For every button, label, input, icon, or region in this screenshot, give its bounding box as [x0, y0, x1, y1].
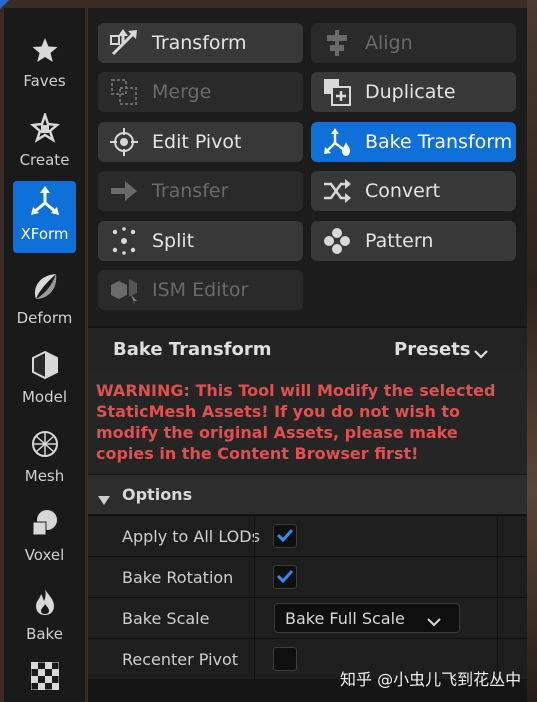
option-label: Apply to All LODs [122, 527, 260, 546]
merge-icon [109, 77, 139, 107]
bake-transform-button[interactable]: Bake Transform [311, 122, 516, 162]
options-title: Options [122, 485, 193, 504]
sidebar-item-create[interactable]: Create [13, 107, 76, 179]
duplicate-icon [322, 77, 352, 107]
duplicate-button[interactable]: Duplicate [311, 72, 516, 112]
transform-button[interactable]: Transform [98, 23, 303, 63]
align-button[interactable]: Align [311, 23, 516, 63]
sidebar-item-label: Faves [23, 72, 66, 90]
checkmark-icon [276, 568, 294, 587]
presets-button[interactable]: Presets [394, 339, 471, 360]
split-scatter-icon [109, 226, 139, 256]
sidebar-item-model[interactable]: Model [13, 344, 76, 416]
column-divider [254, 639, 255, 679]
category-sidebar: Faves Create XForm Deform Model Mesh Vox… [4, 8, 85, 702]
sidebar-item-uv[interactable] [13, 658, 76, 698]
chevron-down-icon [427, 612, 441, 631]
column-divider [497, 598, 498, 638]
bake-scale-dropdown[interactable]: Bake Full Scale [274, 603, 460, 633]
sidebar-item-bake[interactable]: Bake [13, 581, 76, 653]
checkmark-icon [276, 527, 294, 546]
pattern-button[interactable]: Pattern [311, 221, 516, 261]
sparkle-cube-icon [29, 111, 60, 147]
column-divider [254, 516, 255, 556]
edit-pivot-button[interactable]: Edit Pivot [98, 122, 303, 162]
sidebar-item-deform[interactable]: Deform [13, 265, 76, 337]
bake-transform-icon [322, 127, 352, 157]
shuffle-icon [322, 176, 352, 206]
tool-panel: Transform Align Merge Duplicate Edit Piv… [88, 8, 527, 702]
sidebar-item-mesh[interactable]: Mesh [13, 423, 76, 495]
align-icon [322, 28, 352, 58]
option-row-apply-lods: Apply to All LODs [88, 515, 527, 556]
viewport-edge [527, 0, 537, 702]
column-divider [254, 598, 255, 638]
option-label: Bake Rotation [122, 568, 234, 587]
collapse-triangle-icon[interactable] [98, 490, 110, 509]
sidebar-item-label: Bake [26, 625, 63, 643]
sidebar-item-voxel[interactable]: Voxel [13, 502, 76, 574]
checker-icon [30, 661, 59, 694]
sidebar-item-label: Model [21, 388, 68, 406]
flame-icon [32, 587, 58, 621]
bake-rotation-checkbox[interactable] [273, 565, 297, 589]
sidebar-item-label: Voxel [24, 546, 65, 564]
recenter-pivot-checkbox[interactable] [273, 647, 297, 671]
sidebar-item-label: Mesh [24, 467, 65, 485]
column-divider [497, 557, 498, 597]
chevron-down-icon[interactable] [474, 344, 488, 363]
option-row-bake-rotation: Bake Rotation [88, 556, 527, 597]
arrow-right-icon [109, 176, 139, 206]
option-label: Bake Scale [122, 609, 210, 628]
warning-message: WARNING: This Tool will Modify the selec… [88, 372, 527, 474]
deform-crescent-icon [30, 271, 60, 305]
ism-editor-button[interactable]: ISM Editor [98, 270, 303, 310]
star-icon [31, 36, 59, 68]
options-section-header[interactable]: Options [88, 475, 527, 514]
option-label: Recenter Pivot [122, 650, 239, 669]
panel-title: Bake Transform [113, 339, 272, 360]
pattern-spheres-icon [322, 226, 352, 256]
dropdown-value: Bake Full Scale [285, 609, 405, 628]
sidebar-item-label: Deform [16, 309, 73, 327]
convert-button[interactable]: Convert [311, 171, 516, 211]
sidebar-item-label: XForm [20, 225, 69, 243]
ism-cubes-icon [109, 275, 139, 305]
column-divider [254, 557, 255, 597]
tool-details-header: Bake Transform Presets [88, 328, 527, 372]
transform-tool-icon [109, 28, 139, 58]
voxel-blob-icon [30, 508, 60, 542]
source-watermark: 知乎 @小虫儿飞到花丛中 [340, 670, 522, 689]
apply-lods-checkbox[interactable] [273, 524, 297, 548]
transform-axes-icon [29, 185, 61, 221]
wire-sphere-icon [30, 429, 60, 463]
split-button[interactable]: Split [98, 221, 303, 261]
merge-button[interactable]: Merge [98, 72, 303, 112]
cube-icon [30, 350, 60, 384]
sidebar-item-xform[interactable]: XForm [13, 181, 76, 253]
tool-button-grid: Transform Align Merge Duplicate Edit Piv… [88, 8, 527, 326]
sidebar-item-label: Create [19, 151, 70, 169]
transfer-button[interactable]: Transfer [98, 171, 303, 211]
option-row-bake-scale: Bake Scale Bake Full Scale [88, 597, 527, 638]
column-divider [497, 516, 498, 556]
pivot-crosshair-icon [109, 127, 139, 157]
sidebar-item-faves[interactable]: Faves [13, 28, 76, 100]
modeling-tools-window: Faves Create XForm Deform Model Mesh Vox… [0, 0, 537, 702]
